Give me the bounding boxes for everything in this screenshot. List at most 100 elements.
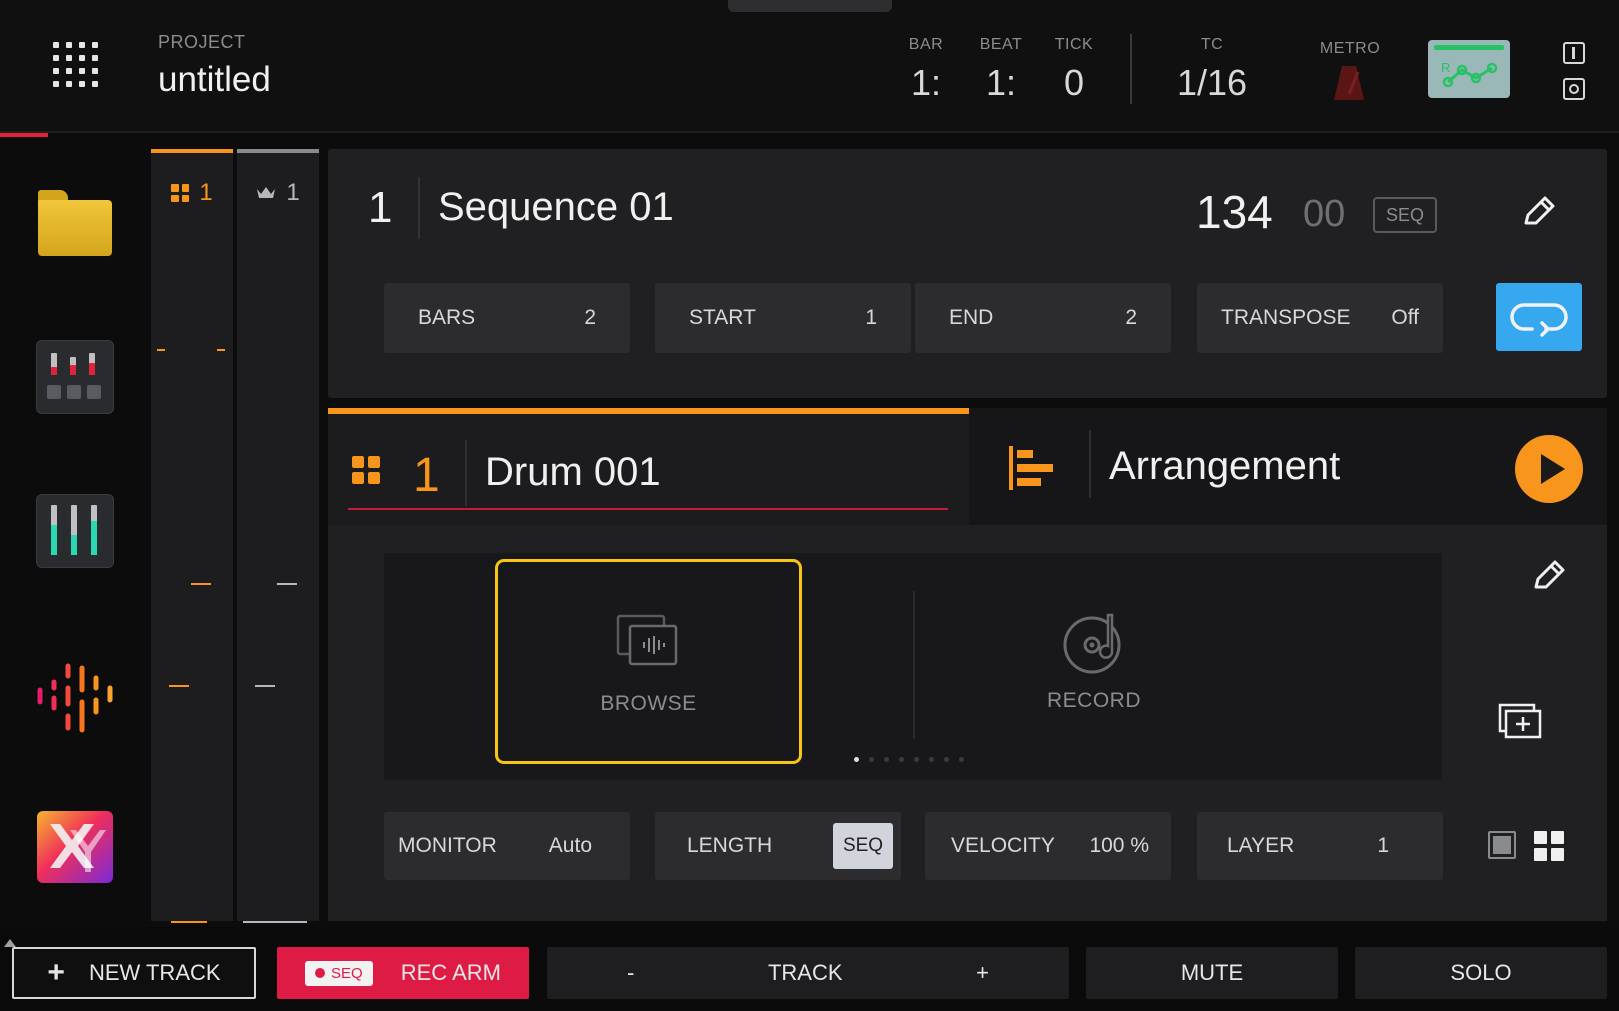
bar-counter[interactable]: BAR 1:: [906, 36, 946, 104]
drum-track-icon: [352, 456, 380, 484]
loop-icon: [1510, 303, 1568, 337]
xy-fx-icon[interactable]: [36, 810, 114, 884]
beat-value: 1:: [985, 62, 1017, 103]
end-param[interactable]: END 2: [915, 283, 1171, 353]
bars-value: 2: [584, 306, 596, 329]
bottom-bar: + NEW TRACK SEQ REC ARM - TRACK + MUTE S…: [0, 927, 1619, 1011]
velocity-param[interactable]: VELOCITY 100 %: [925, 812, 1171, 880]
tc-label: TC: [1200, 36, 1224, 53]
record-label: RECORD: [1046, 689, 1141, 712]
level-mark: [243, 921, 307, 923]
strip-2-header: 1: [237, 179, 319, 207]
rec-mode-chip: SEQ: [305, 960, 373, 986]
automation-button[interactable]: R: [1428, 40, 1510, 98]
top-divider: [1130, 34, 1132, 104]
automation-curve-icon: R: [1441, 60, 1498, 88]
new-track-button[interactable]: + NEW TRACK: [12, 947, 256, 999]
beat-label: BEAT: [979, 36, 1023, 53]
end-value: 2: [1125, 306, 1137, 329]
strip-1-label: 1: [199, 179, 213, 206]
project-label: PROJECT: [158, 32, 246, 52]
project-name[interactable]: untitled: [158, 60, 271, 100]
track-name[interactable]: Drum 001: [485, 450, 661, 495]
length-param[interactable]: LENGTH SEQ: [655, 812, 901, 880]
record-card[interactable]: RECORD: [944, 559, 1244, 764]
browse-samples-icon: [616, 614, 678, 666]
metro-toggle[interactable]: METRO: [1312, 40, 1388, 58]
track-underline: [348, 508, 948, 510]
single-view-icon[interactable]: [1488, 831, 1516, 859]
divider: [913, 591, 915, 739]
track-edit-pencil-icon[interactable]: [1528, 557, 1568, 597]
length-value-chip: SEQ: [833, 823, 893, 869]
start-value: 1: [865, 306, 877, 329]
rec-chip-label: SEQ: [331, 964, 363, 982]
mute-button[interactable]: MUTE: [1086, 947, 1338, 999]
bar-value: 1:: [910, 62, 942, 103]
mpc-app: PROJECT untitled BAR 1: BEAT 1: TICK 0 T…: [0, 0, 1619, 1011]
sequence-panel: 1 Sequence 01 134 00 SEQ BARS 2 START 1 …: [328, 149, 1607, 398]
track-strip-2[interactable]: 1: [237, 149, 319, 923]
shift-arrow-icon[interactable]: [4, 939, 16, 947]
bars-label: BARS: [418, 306, 476, 329]
play-button[interactable]: [1515, 435, 1583, 503]
sound-source-carousel: BROWSE RECORD: [384, 553, 1442, 780]
level-mark: [277, 583, 297, 585]
channel-mixer-icon[interactable]: [36, 340, 114, 414]
layer-param[interactable]: LAYER 1: [1197, 812, 1443, 880]
metro-label: METRO: [1319, 40, 1381, 57]
bars-param[interactable]: BARS 2: [384, 283, 630, 353]
tick-counter[interactable]: TICK 0: [1050, 36, 1098, 104]
velocity-label: VELOCITY: [951, 834, 1055, 857]
transpose-param[interactable]: TRANSPOSE Off: [1197, 283, 1443, 353]
divider: [418, 177, 420, 239]
page-indicator: [854, 757, 964, 762]
grid-view-icon[interactable]: [1534, 831, 1564, 861]
track-strip-1[interactable]: 1: [151, 149, 233, 923]
metronome-icon: [1334, 66, 1364, 100]
rec-arm-button[interactable]: SEQ REC ARM: [277, 947, 529, 999]
strip-2-label: 1: [286, 179, 300, 206]
start-param[interactable]: START 1: [655, 283, 911, 353]
sequence-name[interactable]: Sequence 01: [438, 185, 674, 230]
sequence-number[interactable]: 1: [368, 183, 392, 233]
top-bar: PROJECT untitled BAR 1: BEAT 1: TICK 0 T…: [0, 0, 1619, 133]
sequence-edit-pencil-icon[interactable]: [1518, 193, 1558, 233]
track-nav-button[interactable]: - TRACK +: [547, 947, 1069, 999]
end-label: END: [949, 306, 994, 329]
track-header[interactable]: 1 Drum 001: [328, 408, 969, 525]
crown-icon: [257, 187, 276, 198]
track-label: TRACK: [767, 960, 843, 985]
info-icon[interactable]: [1563, 42, 1585, 64]
record-mode-icon[interactable]: [1563, 78, 1585, 100]
arrangement-name[interactable]: Arrangement: [1109, 444, 1340, 489]
loop-button[interactable]: [1496, 283, 1582, 351]
track-content: BROWSE RECORD MONITOR Auto LENGTH SEQ VE…: [328, 525, 1607, 921]
strip-1-header: 1: [151, 179, 233, 207]
track-prev-button[interactable]: -: [627, 960, 634, 986]
track-next-button[interactable]: +: [976, 960, 989, 986]
tempo-decimal[interactable]: 00: [1303, 193, 1345, 236]
layer-value: 1: [1377, 834, 1389, 857]
main-mixer-icon[interactable]: [36, 494, 114, 568]
beat-counter[interactable]: BEAT 1:: [975, 36, 1027, 104]
browser-folder-icon[interactable]: [36, 190, 114, 264]
solo-button[interactable]: SOLO: [1355, 947, 1607, 999]
tick-value: 0: [1063, 62, 1085, 103]
tc-setting[interactable]: TC 1/16: [1166, 36, 1258, 104]
top-drawer-handle[interactable]: [728, 0, 892, 12]
tempo-source-button[interactable]: SEQ: [1373, 197, 1437, 233]
tempo-integer[interactable]: 134: [1196, 185, 1273, 239]
start-label: START: [689, 306, 756, 329]
sample-edit-waveform-icon[interactable]: [36, 660, 114, 734]
layer-label: LAYER: [1227, 834, 1295, 857]
main-menu-icon[interactable]: [53, 42, 99, 88]
level-mark: [171, 921, 207, 923]
record-dot-icon: [315, 968, 326, 978]
arrangement-header[interactable]: Arrangement: [969, 408, 1607, 525]
monitor-param[interactable]: MONITOR Auto: [384, 812, 630, 880]
divider: [1089, 430, 1091, 498]
velocity-value: 100 %: [1089, 834, 1149, 857]
add-program-icon[interactable]: [1498, 703, 1542, 739]
browse-card[interactable]: BROWSE: [495, 559, 802, 764]
